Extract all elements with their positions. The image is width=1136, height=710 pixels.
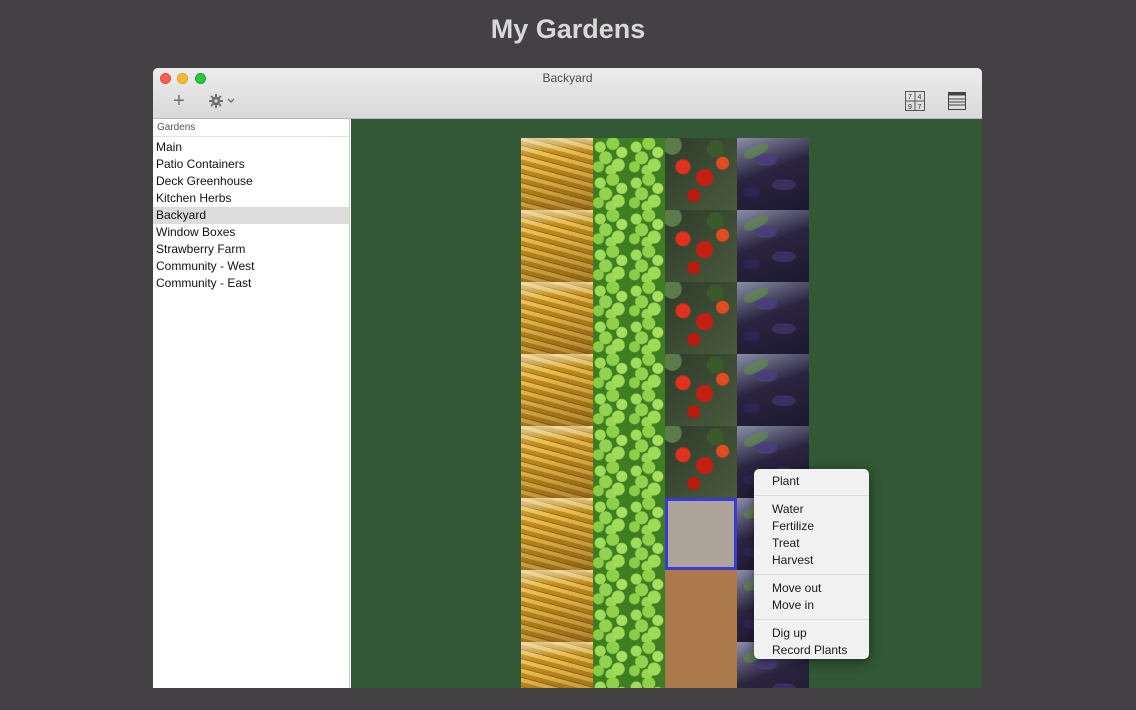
plot-peas[interactable] xyxy=(593,282,665,354)
sidebar-item[interactable]: Backyard xyxy=(153,207,349,224)
sidebar-item[interactable]: Community - East xyxy=(153,275,349,292)
sidebar-item[interactable]: Deck Greenhouse xyxy=(153,173,349,190)
menu-item-treat[interactable]: Treat xyxy=(754,535,869,552)
gardens-list: Main Patio Containers Deck Greenhouse Kitch… xyxy=(153,139,349,292)
plot-corn[interactable] xyxy=(521,570,593,642)
grid-digit: 4 xyxy=(918,94,922,101)
plot-peas[interactable] xyxy=(593,426,665,498)
plot-peas[interactable] xyxy=(593,138,665,210)
plot-peas[interactable] xyxy=(593,570,665,642)
sidebar-item[interactable]: Window Boxes xyxy=(153,224,349,241)
plot-context-menu: Plant Water Fertilize Treat Harvest Move out M… xyxy=(754,469,869,659)
plot-corn[interactable] xyxy=(521,210,593,282)
plot-corn[interactable] xyxy=(521,282,593,354)
plot-eggplant[interactable] xyxy=(737,138,809,210)
plot-tomato[interactable] xyxy=(665,138,737,210)
chevron-down-icon xyxy=(227,98,235,103)
plot-tomato[interactable] xyxy=(665,426,737,498)
garden-plot-area xyxy=(351,119,982,688)
sidebar-item[interactable]: Community - West xyxy=(153,258,349,275)
menu-separator xyxy=(754,619,869,620)
list-view-icon xyxy=(948,92,966,110)
plot-peas[interactable] xyxy=(593,498,665,570)
grid-digit: 7 xyxy=(918,104,922,111)
menu-item-water[interactable]: Water xyxy=(754,501,869,518)
plot-eggplant[interactable] xyxy=(737,282,809,354)
menu-item-fertilize[interactable]: Fertilize xyxy=(754,518,869,535)
window-title: Backyard xyxy=(542,71,593,85)
plot-selected[interactable] xyxy=(665,498,737,570)
sidebar-header: Gardens xyxy=(153,119,349,137)
sidebar-item[interactable]: Strawberry Farm xyxy=(153,241,349,258)
plot-peas[interactable] xyxy=(593,210,665,282)
plot-peas[interactable] xyxy=(593,354,665,426)
plus-icon: + xyxy=(173,90,185,112)
grid-view-button[interactable]: 7 4 9 7 xyxy=(905,91,925,111)
menu-item-harvest[interactable]: Harvest xyxy=(754,552,869,569)
sidebar-item[interactable]: Patio Containers xyxy=(153,156,349,173)
title-bar: Backyard + 7 4 9 7 xyxy=(153,68,982,119)
menu-item-record-plants[interactable]: Record Plants xyxy=(754,642,869,659)
menu-separator xyxy=(754,495,869,496)
sidebar-item[interactable]: Kitchen Herbs xyxy=(153,190,349,207)
plot-corn[interactable] xyxy=(521,426,593,498)
menu-separator xyxy=(754,574,869,575)
list-view-button[interactable] xyxy=(948,92,966,110)
plot-eggplant[interactable] xyxy=(737,354,809,426)
grid-digit: 9 xyxy=(908,104,912,111)
plot-tomato[interactable] xyxy=(665,354,737,426)
plot-tomato[interactable] xyxy=(665,282,737,354)
plot-empty[interactable] xyxy=(665,570,737,642)
plot-corn[interactable] xyxy=(521,498,593,570)
grid-digit: 7 xyxy=(908,94,912,101)
plot-tomato[interactable] xyxy=(665,210,737,282)
plot-corn[interactable] xyxy=(521,138,593,210)
sidebar-item[interactable]: Main xyxy=(153,139,349,156)
gear-icon xyxy=(209,94,235,108)
menu-item-move-in[interactable]: Move in xyxy=(754,597,869,614)
plot-empty[interactable] xyxy=(665,642,737,688)
menu-item-dig-up[interactable]: Dig up xyxy=(754,625,869,642)
menu-item-move-out[interactable]: Move out xyxy=(754,580,869,597)
grid-view-icon: 7 4 9 7 xyxy=(905,91,925,111)
plot-corn[interactable] xyxy=(521,354,593,426)
menu-item-plant[interactable]: Plant xyxy=(754,473,869,490)
settings-menu-button[interactable] xyxy=(209,93,239,109)
add-garden-button[interactable]: + xyxy=(169,90,189,112)
gardens-sidebar: Gardens Main Patio Containers Deck Greenho… xyxy=(153,119,350,688)
plot-peas[interactable] xyxy=(593,642,665,688)
plot-corn[interactable] xyxy=(521,642,593,688)
page-title: My Gardens xyxy=(490,14,646,44)
plot-eggplant[interactable] xyxy=(737,210,809,282)
